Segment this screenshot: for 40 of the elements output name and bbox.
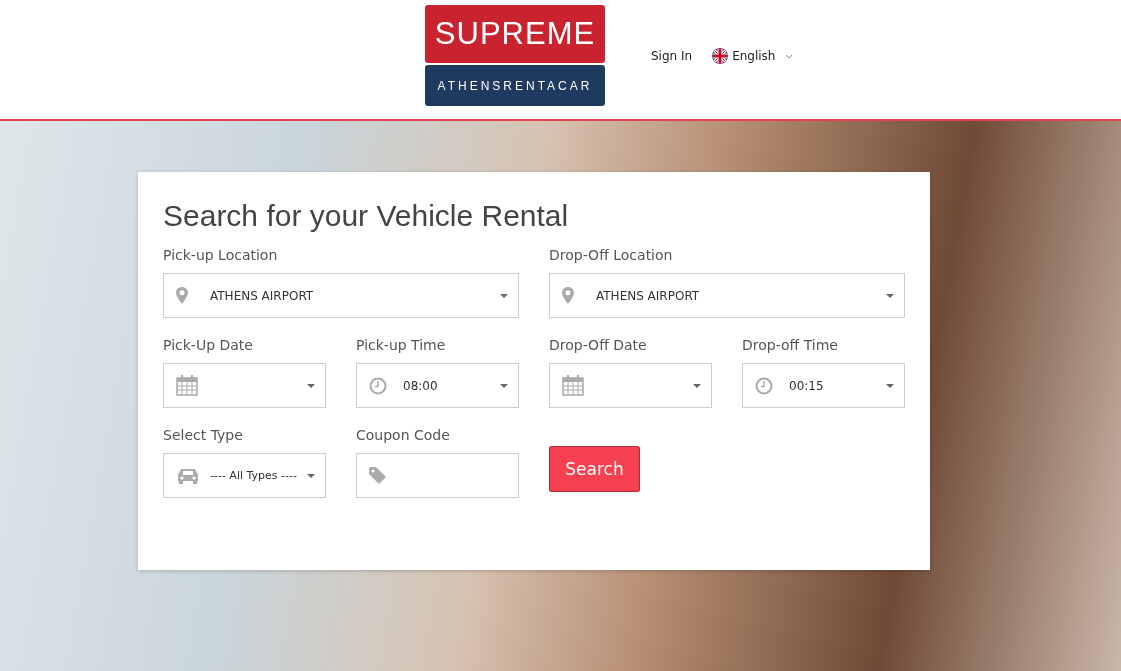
location-select[interactable]: ATHENS AIRPORT — [549, 273, 905, 318]
pin-icon — [562, 287, 574, 304]
date-select[interactable] — [549, 363, 712, 408]
field-label: Pick-up Time — [356, 336, 447, 355]
time-select[interactable]: 08:00 — [356, 363, 519, 408]
caret-icon — [886, 293, 894, 298]
field-label: Select Type — [163, 426, 244, 445]
coupon-input-field[interactable] — [356, 453, 519, 498]
field-label: Coupon Code — [356, 426, 451, 445]
logo-subtitle: ATHENSRENTACAR — [425, 65, 605, 106]
clock-icon — [369, 376, 387, 395]
language-selector[interactable]: English — [712, 48, 794, 64]
date-select[interactable] — [163, 363, 326, 408]
field-label: Drop-Off Date — [549, 336, 648, 355]
time-select[interactable]: 00:15 — [742, 363, 905, 408]
field-label: Drop-Off Location — [549, 246, 674, 265]
calendar-icon — [562, 375, 584, 396]
caret-icon — [307, 473, 315, 478]
pin-icon — [176, 287, 188, 304]
type-select[interactable]: ---- All Types ---- — [163, 453, 326, 498]
tag-icon — [369, 466, 387, 485]
caret-icon — [500, 293, 508, 298]
caret-icon — [307, 383, 315, 388]
logo-brand: SUPREME — [425, 5, 605, 63]
chevron-down-icon — [785, 53, 794, 59]
search-button[interactable]: Search — [549, 446, 640, 492]
field-label: Pick-Up Date — [163, 336, 254, 355]
caret-icon — [886, 383, 894, 388]
caret-icon — [693, 383, 701, 388]
sign-in-link[interactable]: Sign In — [651, 49, 693, 63]
calendar-icon — [176, 375, 198, 396]
caret-icon — [500, 383, 508, 388]
field-label: Drop-off Time — [742, 336, 839, 355]
field-label: Pick-up Location — [163, 246, 279, 265]
flag-icon — [712, 48, 729, 64]
car-icon — [176, 467, 200, 484]
clock-icon — [755, 376, 773, 395]
location-select[interactable]: ATHENS AIRPORT — [163, 273, 519, 318]
form-title: Search for your Vehicle Rental — [163, 198, 570, 234]
logo[interactable]: SUPREME ATHENSRENTACAR — [425, 5, 605, 106]
